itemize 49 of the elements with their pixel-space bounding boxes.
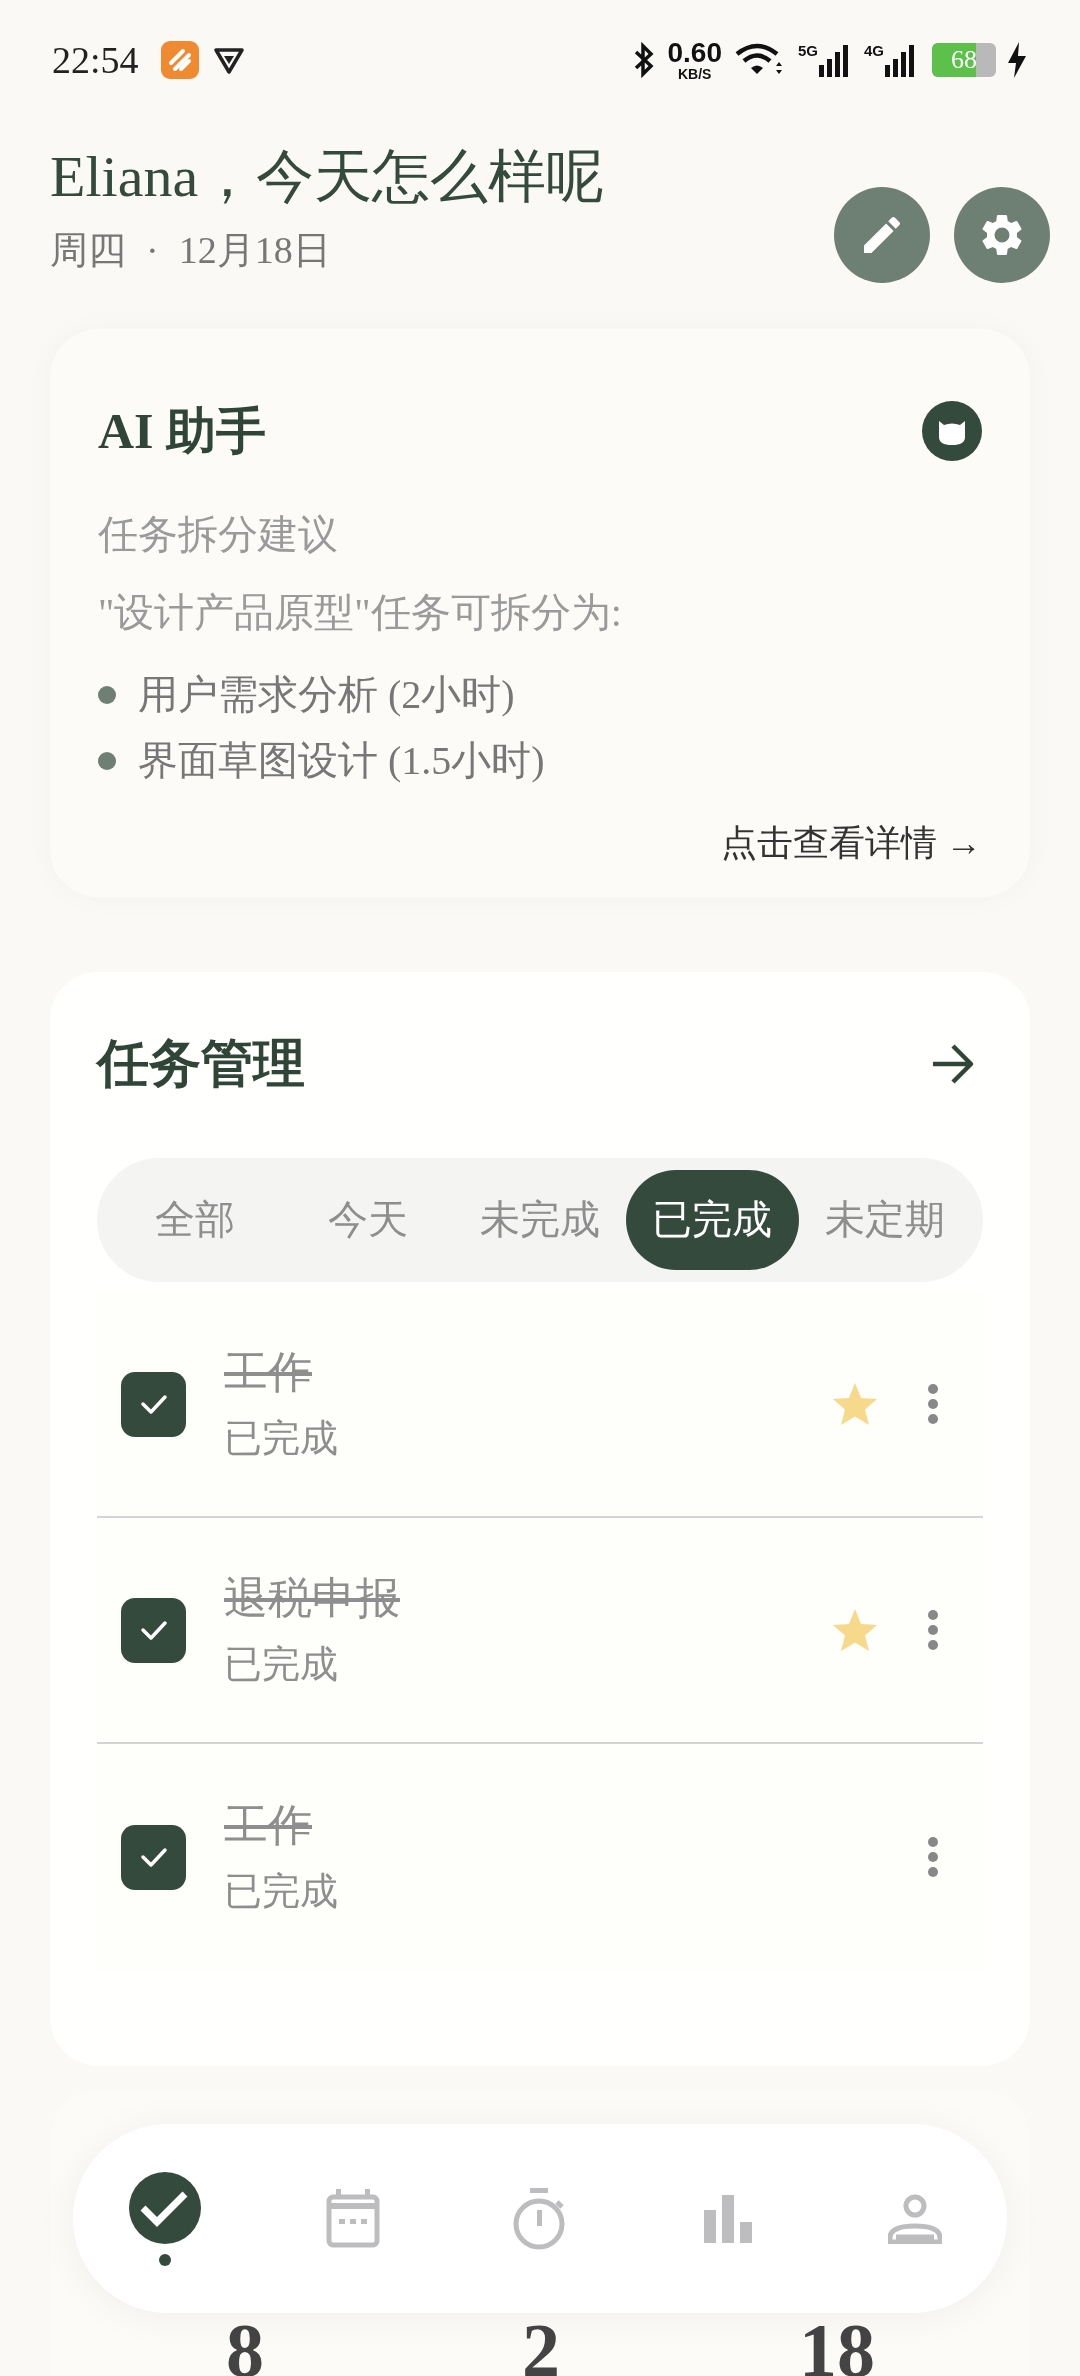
- task-checkbox[interactable]: [121, 1371, 186, 1437]
- task-status: 已完成: [224, 1419, 339, 1457]
- app-notification-icon: [160, 41, 199, 79]
- clock-time: 22:54: [52, 37, 139, 83]
- network-type-label: 5G: [797, 43, 818, 58]
- card-title: 任务管理: [97, 1038, 305, 1090]
- greeting-title: Eliana，今天怎么样呢: [50, 143, 605, 211]
- filter-tab[interactable]: 未定期: [798, 1170, 972, 1270]
- task-status: 已完成: [224, 1872, 339, 1910]
- separator-dot: ·: [146, 227, 159, 273]
- task-checkbox[interactable]: [121, 1824, 186, 1890]
- card-title: AI 助手: [98, 406, 267, 456]
- cat-face-icon: [922, 401, 982, 461]
- suggestion-intro: "设计产品原型"任务可拆分为:: [98, 593, 623, 633]
- subtask-text: 界面草图设计 (1.5小时): [138, 741, 545, 781]
- task-title: 工作: [224, 1804, 313, 1848]
- task-status: 已完成: [224, 1645, 339, 1683]
- signal-icon: [818, 43, 850, 77]
- stat-number: 2: [521, 2312, 561, 2376]
- more-options-icon[interactable]: [927, 1609, 939, 1651]
- check-icon: [129, 2171, 201, 2244]
- star-icon[interactable]: [831, 1607, 879, 1653]
- bar-chart-icon: [703, 2194, 752, 2243]
- network-type-label: 4G: [864, 43, 884, 58]
- filter-tab[interactable]: 未完成: [453, 1170, 627, 1270]
- filter-tab[interactable]: 今天: [281, 1170, 454, 1270]
- task-title: 工作: [224, 1351, 313, 1395]
- more-options-icon[interactable]: [927, 1383, 939, 1425]
- date-label: 12月18日: [178, 227, 331, 273]
- more-options-icon[interactable]: [927, 1836, 939, 1878]
- bullet-dot: [98, 752, 116, 770]
- bluetooth-icon: [633, 42, 656, 78]
- task-checkbox[interactable]: [121, 1597, 186, 1663]
- task-title: 退税申报: [224, 1577, 401, 1621]
- calendar-icon: [325, 2188, 380, 2249]
- bullet-dot: [98, 686, 116, 704]
- details-link[interactable]: 点击查看详情 →: [721, 825, 982, 861]
- person-icon: [888, 2193, 942, 2244]
- weekday-label: 周四: [50, 227, 126, 273]
- signal-icon: [884, 43, 916, 77]
- network-speed: 0.60: [667, 39, 722, 67]
- network-speed-unit: KB/S: [678, 67, 712, 81]
- star-icon[interactable]: [831, 1381, 879, 1427]
- suggestion-subtitle: 任务拆分建议: [98, 515, 339, 555]
- filter-tab[interactable]: 全部: [109, 1170, 282, 1270]
- battery-indicator: 68: [932, 43, 996, 77]
- charging-icon: [1006, 41, 1028, 79]
- subtask-text: 用户需求分析 (2小时): [138, 675, 515, 715]
- filter-tab[interactable]: 已完成: [626, 1170, 799, 1270]
